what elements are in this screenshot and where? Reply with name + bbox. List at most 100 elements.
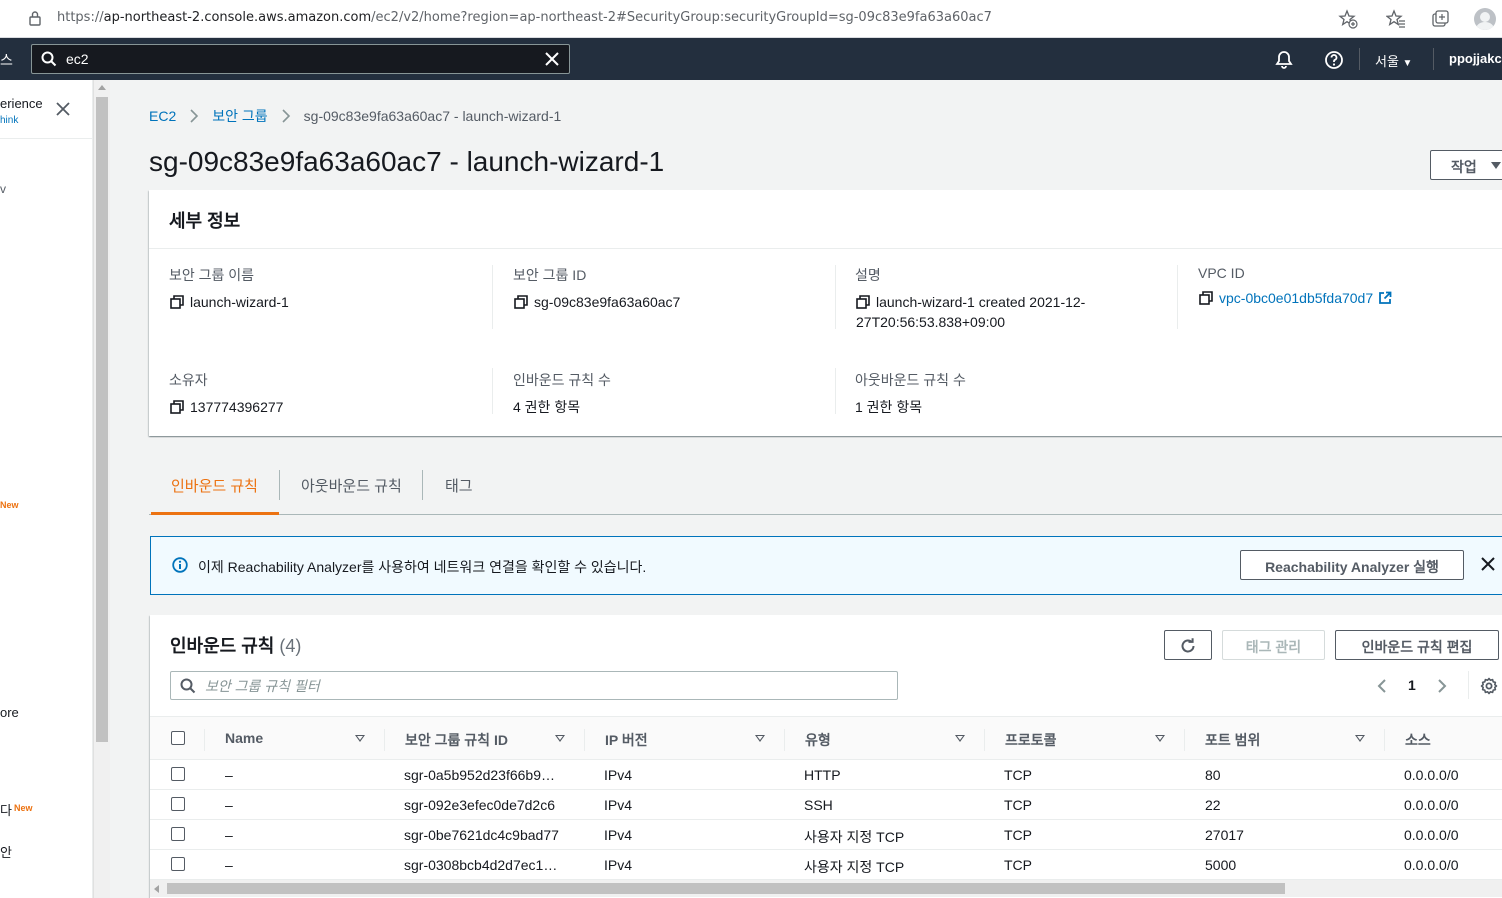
cell-port: 5000	[1205, 857, 1237, 873]
actions-label: 작업	[1451, 159, 1477, 175]
clear-search-icon[interactable]	[544, 51, 560, 67]
sort-icon[interactable]	[755, 735, 765, 742]
column-divider	[384, 729, 385, 751]
breadcrumb-ec2[interactable]: EC2	[149, 108, 176, 124]
sort-icon[interactable]	[955, 735, 965, 742]
table-header: Name 보안 그룹 규칙 ID IP 버전 유형 프로토콜 포트 범위 소스	[150, 716, 1502, 760]
profile-avatar[interactable]	[1474, 8, 1496, 30]
sg-id-value: sg-09c83e9fa63a60ac7	[534, 294, 681, 310]
copy-icon[interactable]	[856, 295, 870, 309]
close-icon[interactable]	[1481, 557, 1495, 571]
field-value[interactable]: vpc-0bc0e01db5fda70d7	[1198, 288, 1502, 308]
copy-icon[interactable]	[1199, 291, 1213, 305]
search-value: ec2	[66, 51, 89, 67]
divider	[1177, 265, 1178, 329]
sort-icon[interactable]	[555, 735, 565, 742]
inbound-count-value: 4 권한 항목	[513, 399, 581, 415]
divider	[835, 265, 836, 329]
favorites-icon[interactable]	[1386, 9, 1406, 29]
field-label: 소유자	[169, 372, 208, 388]
vpc-id-link[interactable]: vpc-0bc0e01db5fda70d7	[1219, 288, 1373, 308]
sidebar-item-cut[interactable]: ore	[0, 705, 19, 720]
sidebar-item-cut[interactable]: v	[0, 182, 6, 196]
cell-ip-version: IPv4	[604, 767, 633, 783]
field-value: 4 권한 항목	[513, 397, 833, 417]
column-header-rule-id[interactable]: 보안 그룹 규칙 ID	[405, 730, 508, 750]
column-header-port-range[interactable]: 포트 범위	[1205, 730, 1260, 750]
column-header-source[interactable]: 소스	[1405, 730, 1431, 750]
actions-button[interactable]: 작업	[1430, 150, 1502, 180]
cell-port: 27017	[1205, 827, 1244, 843]
row-checkbox[interactable]	[171, 767, 185, 781]
chevron-left-icon[interactable]	[1376, 678, 1388, 694]
sort-icon[interactable]	[355, 735, 365, 742]
copy-icon[interactable]	[170, 400, 184, 414]
table-horizontal-scrollbar[interactable]	[150, 880, 1502, 897]
region-selector[interactable]: 서울 ▼	[1375, 51, 1412, 70]
divider	[1468, 671, 1469, 699]
tab-tags[interactable]: 태그	[445, 462, 473, 514]
tab-inbound-rules[interactable]: 인바운드 규칙	[151, 462, 279, 515]
scrollbar-thumb[interactable]	[96, 97, 108, 742]
divider	[835, 368, 836, 414]
row-checkbox[interactable]	[171, 797, 185, 811]
caret-down-icon	[1491, 162, 1501, 169]
sort-icon[interactable]	[1355, 735, 1365, 742]
lock-icon	[29, 11, 41, 26]
url-field[interactable]: https://ap-northeast-2.console.aws.amazo…	[57, 10, 992, 25]
sidebar-scrollbar[interactable]	[93, 80, 110, 898]
external-link-icon[interactable]	[1378, 291, 1392, 305]
row-checkbox[interactable]	[171, 827, 185, 841]
sidebar-item-cut[interactable]: 안	[0, 842, 12, 861]
field-sg-name: 보안 그룹 이름 launch-wizard-1	[169, 265, 489, 312]
column-header-type[interactable]: 유형	[805, 730, 831, 750]
table-row[interactable]: – sgr-0308bcb4d2d7ec1… IPv4 사용자 지정 TCP T…	[150, 850, 1502, 880]
services-menu-label[interactable]: 스	[0, 50, 13, 70]
column-header-ip-version[interactable]: IP 버전	[605, 730, 648, 750]
help-icon[interactable]	[1324, 50, 1344, 70]
tab-outbound-rules[interactable]: 아웃바운드 규칙	[301, 462, 402, 514]
favorite-add-icon[interactable]	[1338, 9, 1358, 29]
edit-inbound-rules-button[interactable]: 인바운드 규칙 편집	[1335, 630, 1499, 660]
gear-icon[interactable]	[1480, 677, 1498, 695]
field-label: VPC ID	[1198, 265, 1245, 281]
owner-value: 137774396277	[190, 399, 284, 415]
copy-icon[interactable]	[170, 295, 184, 309]
banner-message: 이제 Reachability Analyzer를 사용하여 네트워크 연결을 …	[198, 559, 647, 575]
breadcrumb: EC2 보안 그룹 sg-09c83e9fa63a60ac7 - launch-…	[149, 106, 561, 126]
page-number[interactable]: 1	[1408, 677, 1416, 693]
field-label: 보안 그룹 이름	[169, 267, 255, 283]
bell-icon[interactable]	[1274, 50, 1294, 70]
refresh-button[interactable]	[1164, 630, 1212, 660]
column-header-name[interactable]: Name	[225, 730, 263, 746]
sidebar-item-cut[interactable]: 다	[0, 800, 12, 819]
close-icon[interactable]	[56, 102, 70, 116]
column-divider	[984, 729, 985, 751]
row-checkbox[interactable]	[171, 857, 185, 871]
rules-filter[interactable]	[170, 671, 898, 700]
table-row[interactable]: – sgr-092e3efec0de7d2c6 IPv4 SSH TCP 22 …	[150, 790, 1502, 820]
sort-icon[interactable]	[1155, 735, 1165, 742]
cell-name: –	[225, 857, 233, 873]
copy-icon[interactable]	[514, 295, 528, 309]
account-menu[interactable]: ppojjakco	[1449, 51, 1502, 66]
cell-rule-id: sgr-0a5b952d23f66b9…	[404, 767, 556, 783]
chevron-right-icon[interactable]	[1436, 678, 1448, 694]
breadcrumb-security-groups[interactable]: 보안 그룹	[212, 106, 267, 126]
select-all-checkbox[interactable]	[171, 731, 185, 745]
table-row[interactable]: – sgr-0a5b952d23f66b9… IPv4 HTTP TCP 80 …	[150, 760, 1502, 790]
manage-tags-button[interactable]: 태그 관리	[1222, 630, 1325, 660]
reachability-analyzer-button[interactable]: Reachability Analyzer 실행	[1240, 550, 1464, 580]
sidebar-feedback-link[interactable]: hink	[0, 115, 18, 126]
search-input[interactable]: ec2	[31, 44, 570, 74]
field-value: 1 권한 항목	[855, 397, 1175, 417]
filter-input[interactable]	[205, 676, 885, 696]
scroll-up-arrow-icon[interactable]	[98, 85, 106, 90]
collections-icon[interactable]	[1430, 9, 1450, 29]
info-icon	[172, 557, 188, 573]
scrollbar-thumb[interactable]	[167, 883, 1285, 894]
table-row[interactable]: – sgr-0be7621dc4c9bad77 IPv4 사용자 지정 TCP …	[150, 820, 1502, 850]
column-header-protocol[interactable]: 프로토콜	[1005, 730, 1057, 750]
scroll-left-arrow-icon[interactable]	[154, 885, 159, 893]
cell-name: –	[225, 827, 233, 843]
